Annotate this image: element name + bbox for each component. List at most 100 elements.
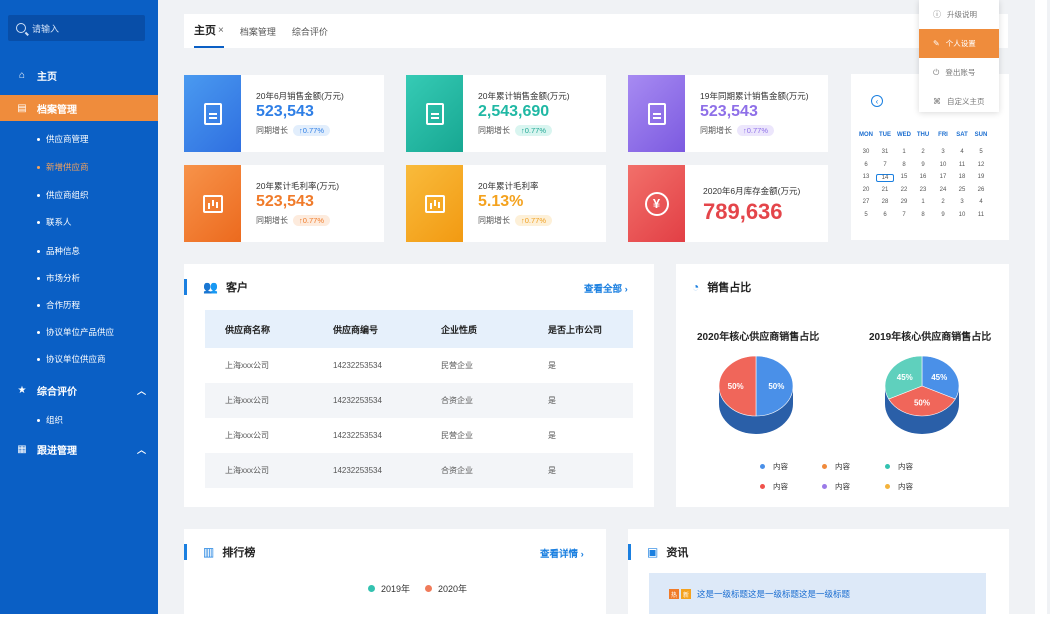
info-icon: ⓘ	[933, 10, 941, 19]
calendar-day[interactable]: 12	[972, 162, 990, 168]
calendar-day[interactable]: 7	[876, 162, 894, 168]
calendar-day[interactable]: 6	[857, 162, 875, 168]
table-row[interactable]: 上海xxx公司 14232253534 合资企业 是	[205, 453, 633, 488]
calendar-day[interactable]: 25	[953, 187, 971, 193]
calendar-day[interactable]: 9	[934, 212, 952, 218]
menu-item-label: 自定义主页	[947, 97, 985, 106]
legend-item: 内容	[885, 461, 913, 472]
table-row[interactable]: 上海xxx公司 14232253534 民营企业 是	[205, 418, 633, 453]
calendar-day[interactable]: 19	[972, 174, 990, 180]
table-cell: 14232253534	[333, 466, 382, 475]
calendar-day[interactable]: 4	[972, 199, 990, 205]
sidebar-subitem[interactable]: 组织	[0, 410, 158, 430]
calendar-day[interactable]: 20	[857, 187, 875, 193]
calendar-prev-button[interactable]: ‹	[871, 95, 883, 107]
stat-icon-box: ¥	[628, 165, 685, 242]
sidebar-item-follow[interactable]: ▦ 跟进管理 ︿	[0, 436, 158, 462]
calendar-day[interactable]: 21	[876, 187, 894, 193]
calendar-day[interactable]: 5	[857, 212, 875, 218]
view-details-link[interactable]: 查看详情 ›	[540, 546, 584, 560]
calendar-day[interactable]: 24	[934, 187, 952, 193]
sidebar-subitem[interactable]: 协议单位产品供应	[0, 322, 158, 342]
calendar-day[interactable]: 5	[972, 149, 990, 155]
calendar-day[interactable]: 22	[895, 187, 913, 193]
calendar-day[interactable]: 11	[972, 212, 990, 218]
calendar-day[interactable]: 4	[953, 149, 971, 155]
star-icon: ★	[17, 384, 27, 396]
calendar-day[interactable]: 29	[895, 199, 913, 205]
bullet-icon	[37, 137, 40, 141]
table-cell: 是	[548, 431, 556, 440]
news-item[interactable]: 热 新 这是一级标题这是一级标题这是一级标题	[649, 573, 986, 615]
tab-home[interactable]: 主页 ×	[194, 14, 224, 48]
calendar-day[interactable]: 17	[934, 174, 952, 180]
calendar-day[interactable]: 26	[972, 187, 990, 193]
table-row[interactable]: 上海xxx公司 14232253534 民营企业 是	[205, 348, 633, 383]
tab-archive[interactable]: 档案管理	[240, 14, 276, 48]
calendar-day[interactable]: 16	[914, 174, 932, 180]
sidebar-subitem[interactable]: 市场分析	[0, 268, 158, 288]
sidebar-subitem[interactable]: 品种信息	[0, 241, 158, 261]
calendar-day[interactable]: 13	[857, 174, 875, 180]
menu-item-logout[interactable]: ⏻ 登出账号	[919, 58, 999, 87]
calendar-weekday: WED	[897, 132, 911, 138]
table-row[interactable]: 上海xxx公司 14232253534 合资企业 是	[205, 383, 633, 418]
table-cell: 民营企业	[441, 361, 473, 370]
calendar-day[interactable]: 27	[857, 199, 875, 205]
sidebar-subitem[interactable]: 供应商组织	[0, 185, 158, 205]
stat-value: 789,636	[703, 199, 783, 224]
growth-badge: ↑0.77%	[515, 125, 553, 136]
close-icon[interactable]: ×	[218, 25, 224, 36]
bar-chart-icon: ▥	[203, 545, 215, 559]
calendar-day[interactable]: 1	[914, 199, 932, 205]
growth-badge: ↑0.77%	[293, 125, 331, 136]
stat-compare-label: 同期增长	[700, 126, 732, 135]
calendar-day[interactable]: 18	[953, 174, 971, 180]
sidebar-subitem[interactable]: 新增供应商	[0, 157, 158, 177]
news-icon: ▣	[647, 545, 659, 559]
tab-evaluation[interactable]: 综合评价	[292, 14, 328, 48]
calendar-day[interactable]: 10	[934, 162, 952, 168]
calendar-day[interactable]: 23	[914, 187, 932, 193]
sidebar-subitem[interactable]: 合作历程	[0, 295, 158, 315]
sidebar-item-evaluation[interactable]: ★ 综合评价 ︿	[0, 377, 158, 403]
stat-compare: 同期增长 ↑0.77%	[256, 215, 331, 226]
legend-label: 内容	[773, 462, 788, 471]
calendar-day[interactable]: 14	[876, 174, 894, 182]
table-cell: 14232253534	[333, 396, 382, 405]
calendar-day[interactable]: 28	[876, 199, 894, 205]
column-header: 供应商名称	[225, 324, 271, 335]
customize-icon: ⌘	[933, 97, 941, 106]
sidebar-subitem[interactable]: 联系人	[0, 212, 158, 232]
view-all-link[interactable]: 查看全部 ›	[584, 281, 628, 295]
calendar-day[interactable]: 2	[934, 199, 952, 205]
menu-item-upgrade[interactable]: ⓘ 升级说明	[919, 0, 999, 29]
menu-item-label: 登出账号	[945, 68, 976, 77]
pie-slice-label: 50%	[914, 399, 930, 408]
sidebar-item-label: 跟进管理	[37, 445, 77, 457]
calendar-day[interactable]: 15	[895, 174, 913, 180]
sidebar-subitem[interactable]: 供应商管理	[0, 129, 158, 149]
calendar-day[interactable]: 30	[857, 149, 875, 155]
calendar-day[interactable]: 9	[914, 162, 932, 168]
calendar-day[interactable]: 31	[876, 149, 894, 155]
menu-item-customize[interactable]: ⌘ 自定义主页	[919, 87, 999, 116]
scrollbar[interactable]	[1035, 0, 1047, 614]
calendar-day[interactable]: 8	[895, 162, 913, 168]
calendar-day[interactable]: 1	[895, 149, 913, 155]
calendar-day[interactable]: 3	[934, 149, 952, 155]
menu-item-settings[interactable]: ✎ 个人设置	[919, 29, 999, 58]
calendar-day[interactable]: 10	[953, 212, 971, 218]
stat-value: 523,543	[256, 103, 314, 120]
sales-share-panel: ◔ 销售占比 2020年核心供应商销售占比 2019年核心供应商销售占比 50%…	[676, 264, 1009, 507]
calendar-day[interactable]: 3	[953, 199, 971, 205]
calendar-day[interactable]: 7	[895, 212, 913, 218]
calendar-day[interactable]: 2	[914, 149, 932, 155]
calendar-day[interactable]: 8	[914, 212, 932, 218]
sidebar-item-home[interactable]: ⌂ 主页	[0, 62, 158, 88]
sidebar-item-archive[interactable]: ▤ 档案管理	[0, 95, 158, 121]
search-input[interactable]: 请输入	[8, 15, 145, 41]
calendar-day[interactable]: 11	[953, 162, 971, 168]
sidebar-subitem[interactable]: 协议单位供应商	[0, 349, 158, 369]
calendar-day[interactable]: 6	[876, 212, 894, 218]
